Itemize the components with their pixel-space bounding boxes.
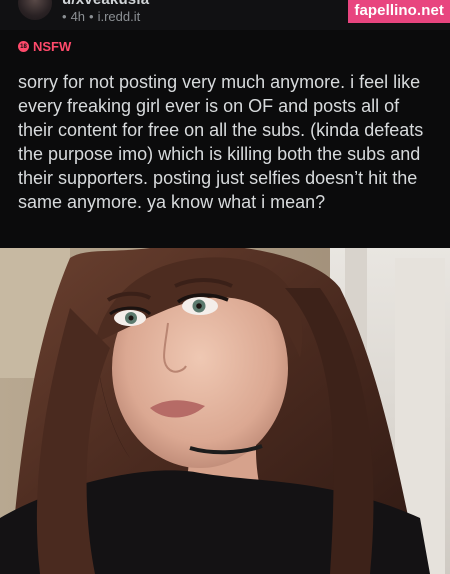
- nsfw-badge: 18 NSFW: [18, 39, 71, 54]
- post-body-text: sorry for not posting very much anymore.…: [18, 72, 424, 212]
- avatar[interactable]: [18, 0, 52, 20]
- site-watermark: fapellino.net: [348, 0, 450, 23]
- meta-separator: •: [89, 9, 94, 24]
- post-username[interactable]: u/xveakusia: [62, 0, 149, 8]
- post-image[interactable]: [0, 248, 450, 574]
- nsfw-label: NSFW: [33, 39, 72, 54]
- selfie-photo: [0, 248, 450, 574]
- nsfw-18-icon: 18: [18, 41, 29, 52]
- post-age: 4h: [70, 9, 86, 24]
- post-domain[interactable]: i.redd.it: [98, 9, 141, 24]
- post-meta: • 4h • i.redd.it: [62, 9, 140, 24]
- meta-separator: •: [62, 9, 67, 24]
